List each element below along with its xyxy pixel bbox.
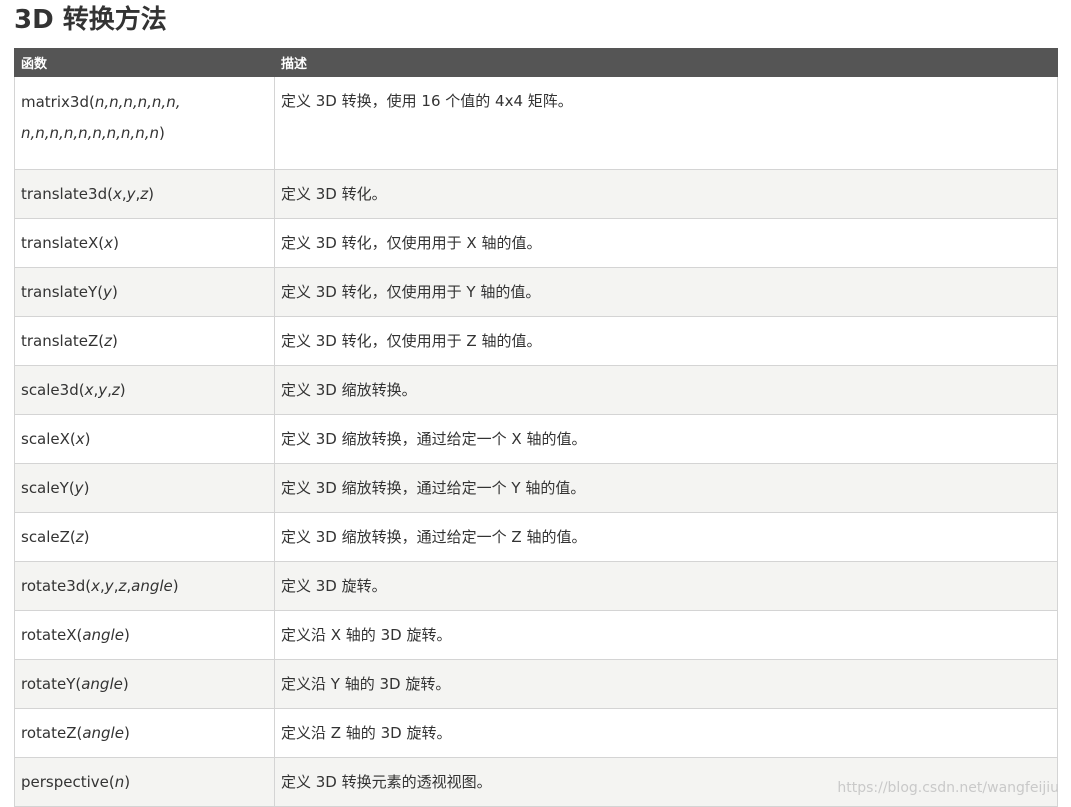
function-cell: scale3d(x,y,z)	[14, 365, 275, 415]
description-cell: 定义 3D 缩放转换。	[274, 365, 1058, 415]
function-cell: rotateZ(angle)	[14, 708, 275, 758]
description-cell: 定义 3D 缩放转换，通过给定一个 Y 轴的值。	[274, 463, 1058, 513]
description-cell: 定义 3D 转换，使用 16 个值的 4x4 矩阵。	[274, 76, 1058, 170]
description-cell: 定义 3D 缩放转换，通过给定一个 Z 轴的值。	[274, 512, 1058, 562]
watermark-url: https://blog.csdn.net/wangfeijiu	[837, 780, 1059, 796]
table-row: translate3d(x,y,z) 定义 3D 转化。	[14, 169, 1058, 219]
table-row: rotate3d(x,y,z,angle) 定义 3D 旋转。	[14, 561, 1058, 611]
function-cell: matrix3d(n,n,n,n,n,n, n,n,n,n,n,n,n,n,n,n…	[14, 76, 275, 170]
table-row: matrix3d(n,n,n,n,n,n, n,n,n,n,n,n,n,n,n,n…	[14, 76, 1058, 170]
description-cell: 定义 3D 缩放转换，通过给定一个 X 轴的值。	[274, 414, 1058, 464]
function-cell: translate3d(x,y,z)	[14, 169, 275, 219]
table-row: translateZ(z) 定义 3D 转化，仅使用用于 Z 轴的值。	[14, 316, 1058, 366]
description-cell: 定义沿 X 轴的 3D 旋转。	[274, 610, 1058, 660]
description-cell: 定义沿 Z 轴的 3D 旋转。	[274, 708, 1058, 758]
function-cell: translateY(y)	[14, 267, 275, 317]
description-cell: 定义 3D 转化，仅使用用于 Y 轴的值。	[274, 267, 1058, 317]
header-description: 描述	[274, 48, 1058, 77]
description-cell: 定义 3D 转化。	[274, 169, 1058, 219]
description-cell: 定义 3D 旋转。	[274, 561, 1058, 611]
table-row: scaleZ(z) 定义 3D 缩放转换，通过给定一个 Z 轴的值。	[14, 512, 1058, 562]
table-row: scaleY(y) 定义 3D 缩放转换，通过给定一个 Y 轴的值。	[14, 463, 1058, 513]
function-cell: rotateY(angle)	[14, 659, 275, 709]
table-row: translateY(y) 定义 3D 转化，仅使用用于 Y 轴的值。	[14, 267, 1058, 317]
table-row: rotateZ(angle) 定义沿 Z 轴的 3D 旋转。	[14, 708, 1058, 758]
function-cell: perspective(n)	[14, 757, 275, 807]
description-cell: 定义沿 Y 轴的 3D 旋转。	[274, 659, 1058, 709]
function-cell: scaleZ(z)	[14, 512, 275, 562]
function-cell: scaleY(y)	[14, 463, 275, 513]
page-title: 3D 转换方法	[14, 5, 167, 35]
table-row: rotateY(angle) 定义沿 Y 轴的 3D 旋转。	[14, 659, 1058, 709]
table-row: scale3d(x,y,z) 定义 3D 缩放转换。	[14, 365, 1058, 415]
description-cell: 定义 3D 转化，仅使用用于 Z 轴的值。	[274, 316, 1058, 366]
table-row: rotateX(angle) 定义沿 X 轴的 3D 旋转。	[14, 610, 1058, 660]
description-cell: 定义 3D 转化，仅使用用于 X 轴的值。	[274, 218, 1058, 268]
function-cell: rotate3d(x,y,z,angle)	[14, 561, 275, 611]
function-cell: rotateX(angle)	[14, 610, 275, 660]
transform-methods-table: 函数 描述 matrix3d(n,n,n,n,n,n, n,n,n,n,n,n,n…	[14, 48, 1058, 807]
function-cell: scaleX(x)	[14, 414, 275, 464]
table-row: scaleX(x) 定义 3D 缩放转换，通过给定一个 X 轴的值。	[14, 414, 1058, 464]
table-row: translateX(x) 定义 3D 转化，仅使用用于 X 轴的值。	[14, 218, 1058, 268]
table-header-row: 函数 描述	[14, 48, 1058, 77]
header-function: 函数	[14, 48, 275, 77]
function-cell: translateX(x)	[14, 218, 275, 268]
function-cell: translateZ(z)	[14, 316, 275, 366]
